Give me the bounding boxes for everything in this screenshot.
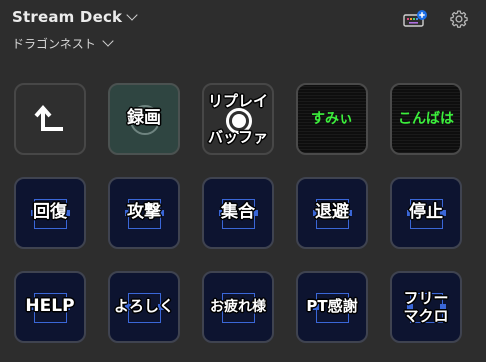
device-title: Stream Deck xyxy=(12,8,123,26)
key-help[interactable]: HELP xyxy=(14,271,86,343)
key-konbaha[interactable]: こんばは xyxy=(390,83,462,155)
gear-icon[interactable] xyxy=(449,9,469,29)
key-label: リプレイ バッファ xyxy=(207,92,268,146)
key-label: HELP xyxy=(25,296,75,317)
key-label: フリー マクロ xyxy=(403,289,449,325)
key-label: 回復 xyxy=(33,202,67,223)
chevron-down-icon xyxy=(102,35,114,47)
key-yoroshiku[interactable]: よろしく xyxy=(108,271,180,343)
key-pt-kansha[interactable]: PT感謝 xyxy=(296,271,368,343)
key-label: お疲れ様 xyxy=(210,298,266,315)
key-label: 停止 xyxy=(409,202,443,223)
key-label: 退避 xyxy=(315,202,349,223)
key-otsukare[interactable]: お疲れ様 xyxy=(202,271,274,343)
key-free-macro[interactable]: フリー マクロ xyxy=(390,271,462,343)
keyboard-add-icon[interactable] xyxy=(403,10,427,28)
key-record[interactable]: 録画 xyxy=(108,83,180,155)
key-teishi[interactable]: 停止 xyxy=(390,177,462,249)
key-sumi[interactable]: すみぃ xyxy=(296,83,368,155)
key-label: 攻撃 xyxy=(127,202,161,223)
key-kougeki[interactable]: 攻撃 xyxy=(108,177,180,249)
key-back[interactable] xyxy=(14,83,86,155)
chevron-down-icon xyxy=(126,8,138,21)
key-taihi[interactable]: 退避 xyxy=(296,177,368,249)
key-label: こんばは xyxy=(398,110,454,127)
key-label: 集合 xyxy=(221,202,255,223)
key-replay-buffer[interactable]: リプレイ バッファ xyxy=(202,83,274,155)
back-arrow-icon xyxy=(34,104,63,131)
key-label: すみぃ xyxy=(311,110,353,127)
key-label: よろしく xyxy=(113,297,174,316)
key-shuugou[interactable]: 集合 xyxy=(202,177,274,249)
key-kaifuku[interactable]: 回復 xyxy=(14,177,86,249)
stream-deck-device-selector[interactable]: Stream Deck xyxy=(12,8,138,26)
profile-selector[interactable]: ドラゴンネスト xyxy=(12,35,114,52)
key-label: 録画 xyxy=(127,108,161,129)
key-label: PT感謝 xyxy=(306,297,358,316)
profile-name: ドラゴンネスト xyxy=(12,37,96,51)
